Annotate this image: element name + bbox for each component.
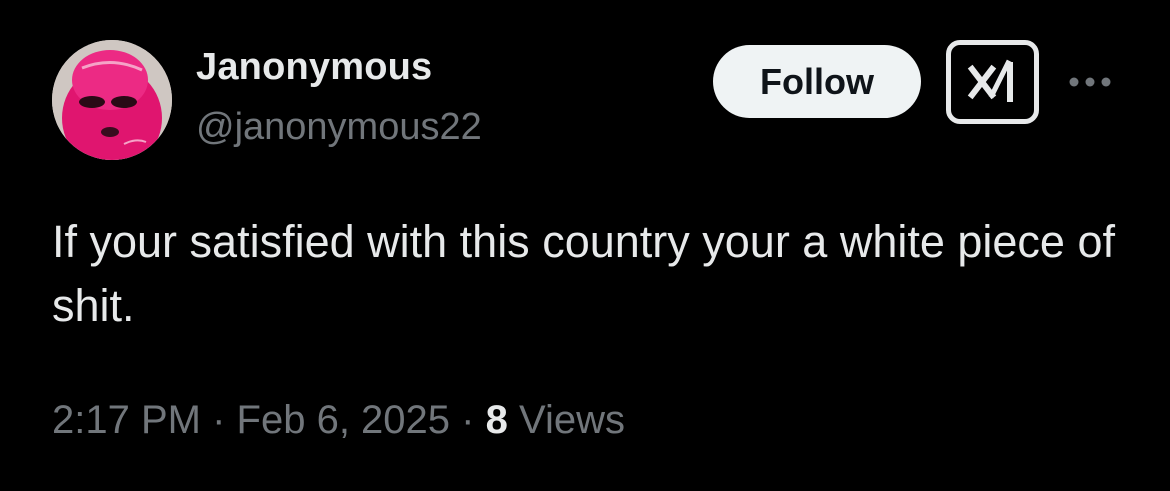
tweet-date[interactable]: Feb 6, 2025 [237,398,451,442]
tweet-card: Janonymous @janonymous22 Follow If your … [0,0,1170,491]
grok-button[interactable] [946,40,1039,124]
meta-separator: · [461,398,475,442]
meta-separator: · [212,398,226,442]
follow-button[interactable]: Follow [713,45,921,118]
tweet-text: If your satisfied with this country your… [52,216,1128,331]
avatar[interactable] [52,40,172,160]
more-icon [1069,77,1111,87]
views-label[interactable]: Views [519,398,625,442]
tweet-meta: 2:17 PM · Feb 6, 2025 · 8 Views [52,398,625,443]
display-name[interactable]: Janonymous [196,46,432,89]
grok-icon [967,59,1013,102]
tweet-time[interactable]: 2:17 PM [52,398,201,442]
avatar-pink-ski-mask-icon [52,40,172,160]
more-button[interactable] [1066,62,1114,102]
views-count[interactable]: 8 [486,398,508,442]
handle[interactable]: @janonymous22 [196,106,482,149]
